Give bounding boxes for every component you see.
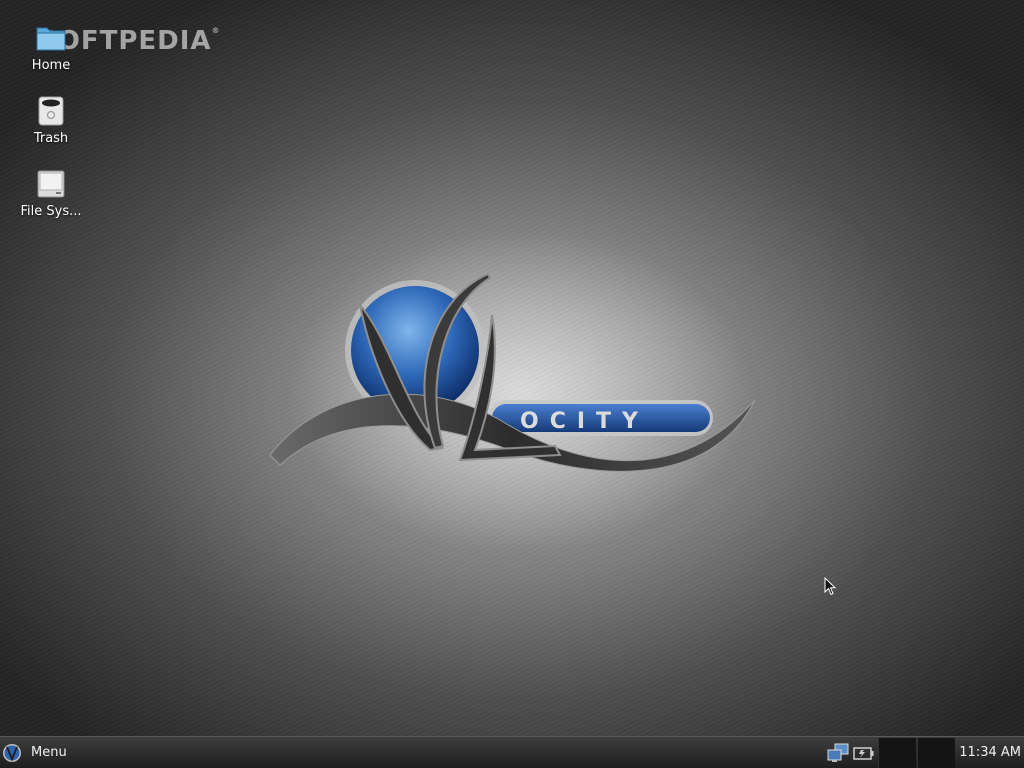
system-tray [826, 741, 876, 765]
drive-icon [37, 170, 65, 198]
network-icon[interactable] [826, 742, 850, 764]
desktop-icon-label: File Sys... [20, 204, 82, 219]
mouse-pointer-icon [824, 577, 837, 596]
desktop-icon-label: Trash [33, 131, 69, 146]
menu-label: Menu [31, 745, 67, 760]
menu-button[interactable]: Menu [0, 737, 75, 768]
home-folder-icon [36, 27, 66, 51]
desktop-icon-filesystem[interactable]: File Sys... [18, 168, 84, 220]
desktop-icon-home[interactable]: Home [18, 22, 84, 74]
velocity-logo: OCITY [269, 272, 756, 472]
battery-icon[interactable] [852, 742, 876, 764]
desktop-icon-label: Home [31, 58, 71, 73]
logo-text: OCITY [520, 409, 649, 434]
workspace-2[interactable] [917, 738, 955, 768]
watermark-mark: ® [211, 26, 221, 35]
workspace-1[interactable] [878, 738, 916, 768]
trash-icon [38, 96, 64, 126]
taskbar: Menu 11:34 AM [0, 736, 1024, 768]
desktop-icon-trash[interactable]: Trash [18, 95, 84, 147]
velocity-menu-icon [3, 743, 21, 762]
desktop-background[interactable]: SOFTPEDIA® Home Trash File Sys... OCITY [0, 0, 1024, 736]
clock[interactable]: 11:34 AM [959, 737, 1021, 768]
